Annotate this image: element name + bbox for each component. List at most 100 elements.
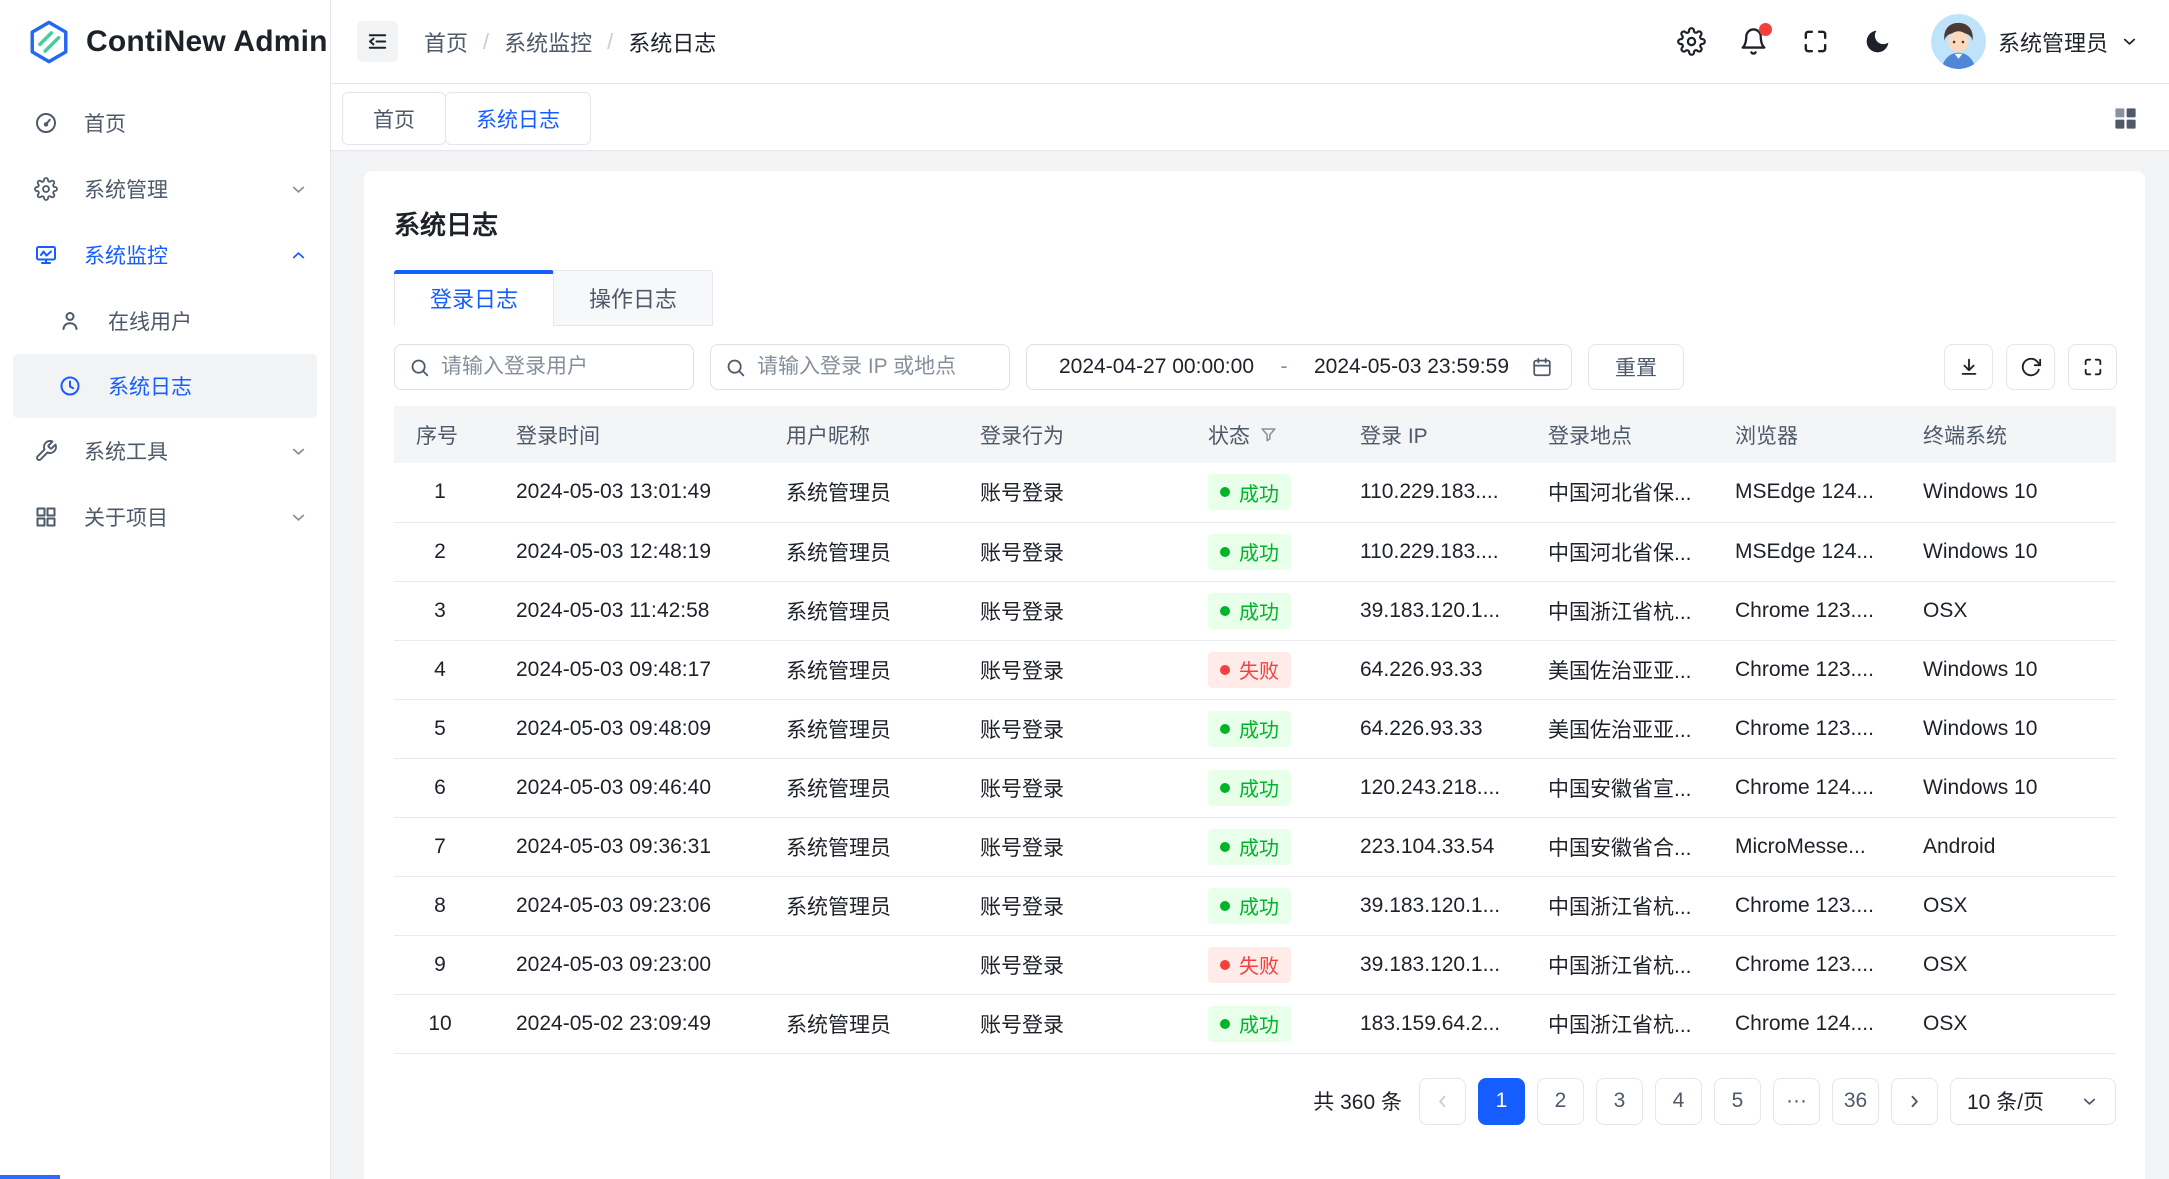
cell-os: Windows 10 — [1923, 758, 2116, 817]
settings-button[interactable] — [1677, 27, 1706, 56]
cell-status: 成功 — [1208, 817, 1360, 876]
page-number-button[interactable]: 3 — [1596, 1078, 1643, 1125]
status-dot-icon — [1220, 842, 1230, 852]
filter-funnel-icon[interactable] — [1259, 425, 1278, 444]
login-ip-input[interactable] — [757, 355, 995, 379]
login-ip-search[interactable] — [710, 344, 1010, 390]
cell-ip: 110.229.183.... — [1360, 522, 1548, 581]
sidebar-collapse-button[interactable] — [357, 21, 398, 62]
cell-browser: Chrome 124.... — [1735, 994, 1923, 1053]
page-number-button[interactable]: 36 — [1832, 1078, 1879, 1125]
prev-page-button[interactable] — [1419, 1078, 1466, 1125]
tab-login-log[interactable]: 登录日志 — [394, 270, 554, 326]
next-page-button[interactable] — [1891, 1078, 1938, 1125]
status-label: 失败 — [1239, 950, 1279, 979]
cell-time: 2024-05-03 09:36:31 — [516, 817, 786, 876]
app-logo[interactable]: ContiNew Admin — [0, 0, 330, 84]
notification-badge — [1759, 23, 1772, 36]
sidebar-item-system-management[interactable]: 系统管理 — [0, 156, 330, 222]
cell-behavior: 账号登录 — [980, 994, 1208, 1053]
cell-behavior: 账号登录 — [980, 699, 1208, 758]
notifications-button[interactable] — [1739, 27, 1768, 56]
tab-home[interactable]: 首页 — [342, 92, 446, 145]
cell-os: OSX — [1923, 581, 2116, 640]
login-user-search[interactable] — [394, 344, 694, 390]
cell-nickname: 系统管理员 — [786, 640, 980, 699]
date-start[interactable]: 2024-04-27 00:00:00 — [1059, 355, 1254, 379]
sidebar-item-home[interactable]: 首页 — [0, 90, 330, 156]
tab-actions-button[interactable] — [2112, 105, 2139, 132]
cell-no: 10 — [394, 994, 516, 1053]
cell-no: 1 — [394, 463, 516, 522]
cell-os: Windows 10 — [1923, 640, 2116, 699]
page-number-button[interactable]: 5 — [1714, 1078, 1761, 1125]
sidebar-item-label: 系统监控 — [84, 240, 168, 270]
page-number-button[interactable]: ··· — [1773, 1078, 1820, 1125]
tab-operation-log[interactable]: 操作日志 — [553, 270, 713, 326]
tab-system-log[interactable]: 系统日志 — [445, 92, 591, 145]
sidebar-item-system-log[interactable]: 系统日志 — [13, 354, 317, 418]
column-header-status: 状态 — [1208, 406, 1360, 463]
date-range-picker[interactable]: 2024-04-27 00:00:00 - 2024-05-03 23:59:5… — [1026, 344, 1572, 390]
refresh-button[interactable] — [2006, 344, 2055, 390]
cell-os: Windows 10 — [1923, 463, 2116, 522]
reset-button[interactable]: 重置 — [1588, 344, 1684, 390]
export-button[interactable] — [1944, 344, 1993, 390]
cell-behavior: 账号登录 — [980, 522, 1208, 581]
cell-location: 中国河北省保... — [1548, 522, 1735, 581]
page-content: 系统日志 登录日志 操作日志 — [331, 151, 2169, 1179]
chevron-down-icon — [289, 442, 308, 461]
page-size-value: 10 条/页 — [1967, 1086, 2044, 1116]
cell-no: 3 — [394, 581, 516, 640]
menu-fold-icon — [366, 30, 389, 53]
breadcrumb-current: 系统日志 — [628, 26, 716, 58]
cell-browser: Chrome 124.... — [1735, 758, 1923, 817]
app-title: ContiNew Admin — [86, 25, 328, 59]
cell-location: 美国佐治亚亚... — [1548, 640, 1735, 699]
cell-status: 成功 — [1208, 699, 1360, 758]
fullscreen-button[interactable] — [1801, 27, 1830, 56]
cell-nickname: 系统管理员 — [786, 463, 980, 522]
page-number-label: 5 — [1732, 1089, 1744, 1113]
page-title: 系统日志 — [394, 205, 2117, 242]
login-log-table: 序号 登录时间 用户昵称 登录行为 状态 — [394, 406, 2116, 1054]
status-label: 成功 — [1239, 773, 1279, 802]
dark-mode-button[interactable] — [1863, 27, 1892, 56]
column-header-location: 登录地点 — [1548, 406, 1735, 463]
table-row: 9 2024-05-03 09:23:00 账号登录 失败 39.183.120… — [394, 935, 2116, 994]
sidebar-item-system-monitor[interactable]: 系统监控 — [0, 222, 330, 288]
sidebar-item-system-tools[interactable]: 系统工具 — [0, 418, 330, 484]
date-end[interactable]: 2024-05-03 23:59:59 — [1314, 355, 1509, 379]
sidebar-item-label: 系统工具 — [84, 436, 168, 466]
cell-ip: 39.183.120.1... — [1360, 935, 1548, 994]
page-size-select[interactable]: 10 条/页 — [1950, 1078, 2116, 1125]
dashboard-icon — [34, 111, 58, 135]
cell-no: 4 — [394, 640, 516, 699]
breadcrumb-home[interactable]: 首页 — [424, 26, 468, 58]
user-menu[interactable]: 系统管理员 — [1931, 14, 2139, 69]
cell-nickname — [786, 935, 980, 994]
expand-icon — [2082, 356, 2104, 378]
cell-time: 2024-05-03 11:42:58 — [516, 581, 786, 640]
cell-status: 成功 — [1208, 581, 1360, 640]
cell-os: OSX — [1923, 935, 2116, 994]
cell-no: 2 — [394, 522, 516, 581]
breadcrumb-section[interactable]: 系统监控 — [504, 26, 592, 58]
sidebar-item-label: 系统管理 — [84, 174, 168, 204]
sidebar-item-online-users[interactable]: 在线用户 — [0, 288, 330, 354]
login-user-input[interactable] — [441, 355, 679, 379]
table-fullscreen-button[interactable] — [2068, 344, 2117, 390]
status-label: 成功 — [1239, 596, 1279, 625]
page-number-button[interactable]: 1 — [1478, 1078, 1525, 1125]
status-label: 成功 — [1239, 537, 1279, 566]
status-dot-icon — [1220, 1019, 1230, 1029]
page-number-button[interactable]: 2 — [1537, 1078, 1584, 1125]
logo-icon — [26, 19, 72, 65]
page-number-label: 3 — [1614, 1089, 1626, 1113]
cell-nickname: 系统管理员 — [786, 522, 980, 581]
cell-location: 中国浙江省杭... — [1548, 935, 1735, 994]
cell-ip: 39.183.120.1... — [1360, 876, 1548, 935]
breadcrumb: 首页 / 系统监控 / 系统日志 — [424, 26, 716, 58]
page-number-button[interactable]: 4 — [1655, 1078, 1702, 1125]
sidebar-item-about-project[interactable]: 关于项目 — [0, 484, 330, 550]
